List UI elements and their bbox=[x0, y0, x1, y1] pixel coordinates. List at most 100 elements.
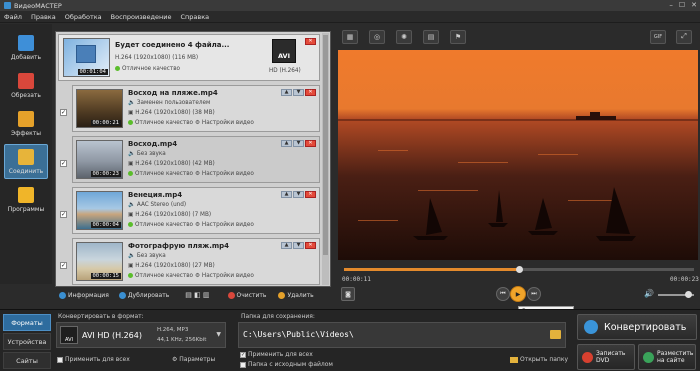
file-checkbox[interactable]: ✓ bbox=[60, 109, 67, 116]
duplicate-icon bbox=[118, 291, 126, 299]
film-icon[interactable]: ▦ bbox=[342, 29, 358, 44]
nav-add[interactable]: Добавить bbox=[4, 30, 48, 65]
nav-programs[interactable]: Программы bbox=[4, 182, 48, 217]
format-label: HD (H.264) bbox=[269, 68, 301, 74]
menu-help[interactable]: Справка bbox=[180, 13, 209, 21]
apply-all-format-checkbox[interactable] bbox=[57, 356, 63, 363]
file-quality[interactable]: Отличное качество bbox=[128, 120, 193, 126]
maximize-icon[interactable]: ☐ bbox=[679, 1, 685, 9]
move-down-button[interactable]: ▼ bbox=[293, 89, 304, 96]
file-quality[interactable]: Отличное качество bbox=[128, 171, 193, 177]
snapshot-icon[interactable]: ◙ bbox=[341, 287, 355, 301]
avi-format-icon: AVI bbox=[60, 326, 78, 344]
menu-playback[interactable]: Воспроизведение bbox=[111, 13, 172, 21]
file-list-scrollbar[interactable] bbox=[322, 33, 329, 285]
merged-title: Будет соединено 4 файла... bbox=[115, 41, 230, 49]
format-selector[interactable]: AVI AVI HD (H.264) H.264, MP3 44,1 KHz, … bbox=[56, 322, 226, 348]
format-audio-codec: 44,1 KHz, 256Kbit bbox=[157, 337, 207, 343]
file-checkbox[interactable]: ✓ bbox=[60, 262, 67, 269]
file-audio: 🔈 Заменен пользователем bbox=[128, 100, 211, 106]
source-folder-option[interactable]: Папка с исходным файлом bbox=[240, 361, 333, 368]
file-quality[interactable]: Отличное качество bbox=[128, 222, 193, 228]
volume-slider[interactable] bbox=[658, 291, 694, 298]
tab-sites[interactable]: Сайты bbox=[3, 352, 51, 369]
gif-button[interactable]: GIF bbox=[650, 29, 666, 44]
nav-effects[interactable]: Эффекты bbox=[4, 106, 48, 141]
publish-web-button[interactable]: Разместить на сайте bbox=[638, 344, 696, 370]
video-preview[interactable] bbox=[338, 50, 698, 260]
previous-frame-button[interactable]: ⏮ bbox=[496, 287, 510, 301]
move-down-button[interactable]: ▼ bbox=[293, 140, 304, 147]
play-button[interactable]: ▶ bbox=[510, 286, 526, 302]
nav-cut[interactable]: Обрезать bbox=[4, 68, 48, 103]
file-checkbox[interactable]: ✓ bbox=[60, 160, 67, 167]
move-up-button[interactable]: ▲ bbox=[281, 191, 292, 198]
next-frame-button[interactable]: ⏭ bbox=[527, 287, 541, 301]
info-button[interactable]: Информация bbox=[59, 291, 109, 299]
video-settings-link[interactable]: ⚙ Настройки видео bbox=[195, 222, 254, 228]
nav-programs-label: Программы bbox=[7, 205, 45, 213]
nav-join[interactable]: Соединить bbox=[4, 144, 48, 179]
fullscreen-icon[interactable]: ⤢ bbox=[676, 29, 692, 44]
sunset-sailboats-frame bbox=[338, 50, 698, 260]
file-audio: 🔈 Без звука bbox=[128, 151, 166, 157]
file-info: ▣ H.264 (1920x1080) (42 MB) bbox=[128, 161, 215, 167]
remove-file-button[interactable]: ✕ bbox=[305, 191, 316, 198]
file-quality[interactable]: Отличное качество bbox=[128, 273, 193, 279]
brightness-icon[interactable]: ✺ bbox=[396, 29, 412, 44]
tab-formats[interactable]: Форматы bbox=[3, 314, 51, 331]
apply-all-folder-checkbox[interactable]: ✓ bbox=[240, 351, 246, 358]
video-settings-link[interactable]: ⚙ Настройки видео bbox=[195, 273, 254, 279]
menu-file[interactable]: Файл bbox=[4, 13, 22, 21]
folder-icon[interactable] bbox=[550, 330, 561, 339]
convert-button[interactable]: Конвертировать bbox=[577, 314, 697, 340]
tab-devices[interactable]: Устройства bbox=[3, 333, 51, 350]
info-icon bbox=[59, 291, 66, 299]
remove-merged-button[interactable]: ✕ bbox=[305, 38, 316, 45]
chevron-down-icon[interactable]: ▼ bbox=[216, 331, 221, 338]
merged-thumbnail: 00:01:04 bbox=[63, 38, 110, 77]
file-row[interactable]: ✓ 00:00:23 Восход.mp4 🔈 Без звука ▣ H.26… bbox=[60, 136, 320, 183]
merged-info: H.264 (1920x1080) (116 MB) bbox=[115, 55, 199, 61]
save-folder-field[interactable]: C:\Users\Public\Videos\ bbox=[238, 322, 566, 348]
close-icon[interactable]: ✕ bbox=[691, 1, 697, 9]
volume-handle[interactable] bbox=[685, 291, 692, 298]
menu-edit[interactable]: Правка bbox=[31, 13, 56, 21]
apply-all-folder[interactable]: ✓ Применить для всех bbox=[240, 351, 313, 358]
duplicate-button[interactable]: Дублировать bbox=[118, 291, 169, 299]
volume-icon[interactable]: 🔊 bbox=[644, 289, 654, 298]
effects-toolbar-icon[interactable]: ▤ bbox=[423, 29, 439, 44]
move-up-button[interactable]: ▲ bbox=[281, 89, 292, 96]
speed-icon[interactable]: ⚑ bbox=[450, 29, 466, 44]
seek-bar[interactable] bbox=[344, 266, 694, 273]
merged-quality[interactable]: Отличное качество bbox=[115, 66, 180, 72]
file-checkbox[interactable]: ✓ bbox=[60, 211, 67, 218]
crop-icon[interactable]: ◎ bbox=[369, 29, 385, 44]
apply-all-format[interactable]: Применить для всех bbox=[57, 356, 130, 363]
video-settings-link[interactable]: ⚙ Настройки видео bbox=[195, 120, 254, 126]
file-row[interactable]: ✓ 00:00:21 Восход на пляже.mp4 🔈 Заменен… bbox=[60, 85, 320, 132]
move-up-button[interactable]: ▲ bbox=[281, 242, 292, 249]
minimize-icon[interactable]: – bbox=[669, 1, 673, 9]
menu-process[interactable]: Обработка bbox=[65, 13, 102, 21]
burn-dvd-button[interactable]: Записать DVD bbox=[577, 344, 635, 370]
remove-file-button[interactable]: ✕ bbox=[305, 89, 316, 96]
merged-item[interactable]: 00:01:04 Будет соединено 4 файла... H.26… bbox=[58, 34, 320, 81]
delete-button[interactable]: Удалить bbox=[278, 291, 314, 299]
clear-button[interactable]: Очистить bbox=[227, 291, 266, 299]
open-folder-button[interactable]: Открыть папку bbox=[510, 356, 568, 363]
params-button[interactable]: ⚙ Параметры bbox=[172, 356, 215, 363]
file-name: Венеция.mp4 bbox=[128, 191, 183, 199]
file-row[interactable]: ✓ 00:00:15 Фотографрую пляж.mp4 🔈 Без зв… bbox=[60, 238, 320, 285]
seek-handle[interactable] bbox=[516, 266, 523, 273]
source-folder-checkbox[interactable] bbox=[240, 361, 246, 368]
format-badge[interactable]: AVI bbox=[272, 39, 296, 63]
move-down-button[interactable]: ▼ bbox=[293, 242, 304, 249]
move-up-button[interactable]: ▲ bbox=[281, 140, 292, 147]
file-row[interactable]: ✓ 00:00:04 Венеция.mp4 🔈 AAC Stereo (und… bbox=[60, 187, 320, 234]
remove-file-button[interactable]: ✕ bbox=[305, 140, 316, 147]
video-settings-link[interactable]: ⚙ Настройки видео bbox=[195, 171, 254, 177]
remove-file-button[interactable]: ✕ bbox=[305, 242, 316, 249]
view-toggle[interactable]: ▤ ◧ ▥ bbox=[185, 291, 209, 299]
move-down-button[interactable]: ▼ bbox=[293, 191, 304, 198]
